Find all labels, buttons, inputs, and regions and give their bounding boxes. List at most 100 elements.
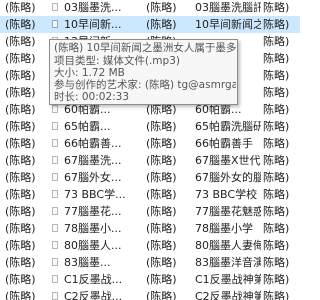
contributing-artist-cell: (陈略) — [146, 154, 177, 167]
file-row[interactable]: (陈略) 73 BBC学... (陈略) 73 BBC学校 陈略) — [0, 186, 300, 203]
artist-cell: (陈略) — [5, 188, 36, 201]
album-artist-cell: 陈略) — [263, 1, 290, 14]
file-name-cell[interactable]: 03腦墨洗... — [64, 0, 126, 16]
file-row[interactable]: (陈略) 67腦外女... (陈略) 67腦外女的腦補...陈略) — [0, 169, 300, 186]
file-name-cell[interactable]: 10早间新... — [64, 16, 126, 33]
contributing-artist-cell: (陈略) — [146, 239, 177, 252]
audio-file-icon — [52, 220, 62, 237]
album-artist-cell: 陈略) — [263, 154, 290, 167]
file-row[interactable]: (陈略) 10早间新... (陈略) 10早间新闻之...陈略) — [0, 16, 300, 33]
title-cell: 66帕霸善手 — [195, 137, 253, 150]
file-name-cell[interactable]: 65帕霸... — [64, 118, 126, 135]
artist-cell: (陈略) — [5, 205, 36, 218]
file-name-cell[interactable]: 67腦墨洗... — [64, 152, 126, 169]
file-icon-shape — [52, 224, 58, 232]
file-name-cell[interactable]: C1反墨战... — [64, 271, 126, 288]
title-cell: 78腦墨小学 — [195, 222, 253, 235]
album-artist-cell: 陈略) — [263, 171, 290, 184]
file-icon-shape — [52, 20, 58, 28]
file-icon-shape — [52, 207, 58, 215]
artist-cell: (陈略) — [5, 239, 36, 252]
file-icon-shape — [52, 156, 58, 164]
artist-cell: (陈略) — [5, 171, 36, 184]
album-artist-cell: 陈略) — [263, 188, 290, 201]
file-icon-shape — [52, 292, 58, 300]
contributing-artist-cell: (陈略) — [146, 188, 177, 201]
file-icon-shape — [52, 139, 58, 147]
album-artist-cell: 陈略) — [263, 35, 290, 48]
artist-cell: (陈略) — [5, 103, 36, 116]
title-cell: C2反墨战神第二... — [195, 290, 261, 300]
file-name-cell[interactable]: C2反墨战... — [64, 288, 126, 300]
artist-cell: (陈略) — [5, 120, 36, 133]
file-icon-shape — [52, 173, 58, 181]
audio-file-icon — [52, 203, 62, 220]
album-artist-cell: 陈略) — [263, 222, 290, 235]
artist-cell: (陈略) — [5, 222, 36, 235]
artist-cell: (陈略) — [5, 290, 36, 300]
file-row[interactable]: (陈略) 80腦墨人... (陈略) 80腦墨人妻侮辱...陈略) — [0, 237, 300, 254]
file-row[interactable]: (陈略) 67腦墨洗... (陈略) 67腦墨X世代的...陈略) — [0, 152, 300, 169]
contributing-artist-cell: (陈略) — [146, 171, 177, 184]
artist-cell: (陈略) — [5, 69, 36, 82]
album-artist-cell: 陈略) — [263, 103, 290, 116]
contributing-artist-cell: (陈略) — [146, 1, 177, 14]
artist-cell: (陈略) — [5, 52, 36, 65]
audio-file-icon — [52, 186, 62, 203]
title-cell: C1反墨战神第一... — [195, 273, 261, 286]
file-name-cell[interactable]: 67腦外女... — [64, 169, 126, 186]
artist-cell: (陈略) — [5, 86, 36, 99]
title-cell: 67腦墨X世代的... — [195, 154, 261, 167]
album-artist-cell: 陈略) — [263, 137, 290, 150]
audio-file-icon — [52, 118, 62, 135]
audio-file-icon — [52, 288, 62, 300]
file-row[interactable]: (陈略) C2反墨战... (陈略) C2反墨战神第二...陈略) — [0, 288, 300, 300]
file-icon-shape — [52, 122, 58, 130]
audio-file-icon — [52, 0, 62, 16]
artist-cell: (陈略) — [5, 273, 36, 286]
contributing-artist-cell: (陈略) — [146, 205, 177, 218]
album-artist-cell: 陈略) — [263, 69, 290, 82]
file-name-cell[interactable]: 83腦墨... — [64, 254, 126, 271]
file-row[interactable]: (陈略) 77腦墨花... (陈略) 77腦墨花魅惑 陈略) — [0, 203, 300, 220]
file-name-cell[interactable]: 73 BBC学... — [64, 186, 126, 203]
file-icon-shape — [52, 241, 58, 249]
album-artist-cell: 陈略) — [263, 18, 290, 31]
title-cell: 10早间新闻之... — [195, 18, 261, 31]
contributing-artist-cell: (陈略) — [146, 137, 177, 150]
album-artist-cell: 陈略) — [263, 239, 290, 252]
album-artist-cell: 陈略) — [263, 86, 290, 99]
contributing-artist-cell: (陈略) — [146, 273, 177, 286]
audio-file-icon — [52, 152, 62, 169]
file-icon-shape — [52, 275, 58, 283]
title-cell: 65帕霸洗腦研究 — [195, 120, 261, 133]
file-row[interactable]: (陈略) 83腦墨... (陈略) 83腦墨洋音演讲陈略) — [0, 254, 300, 271]
file-row[interactable]: (陈略) 65帕霸... (陈略) 65帕霸洗腦研究陈略) — [0, 118, 300, 135]
audio-file-icon — [52, 169, 62, 186]
file-name-cell[interactable]: 77腦墨花... — [64, 203, 126, 220]
artist-cell: (陈略) — [5, 137, 36, 150]
title-cell: 03腦墨洗腦訊训... — [195, 1, 261, 14]
audio-file-icon — [52, 16, 62, 33]
contributing-artist-cell: (陈略) — [146, 290, 177, 300]
file-icon-shape — [52, 258, 58, 266]
file-row[interactable]: (陈略) 66帕霸善... (陈略) 66帕霸善手 陈略) — [0, 135, 300, 152]
tooltip-title: (陈略) 10早间新闻之墨洲女人属于墨多.mp3 — [54, 42, 236, 54]
file-name-cell[interactable]: 80腦墨人... — [64, 237, 126, 254]
album-artist-cell: 陈略) — [263, 205, 290, 218]
album-artist-cell: 陈略) — [263, 273, 290, 286]
artist-cell: (陈略) — [5, 35, 36, 48]
title-cell: 83腦墨洋音演讲 — [195, 256, 261, 269]
file-row[interactable]: (陈略) 78腦墨小... (陈略) 78腦墨小学 陈略) — [0, 220, 300, 237]
contributing-artist-cell: (陈略) — [146, 120, 177, 133]
title-cell: 67腦外女的腦補... — [195, 171, 261, 184]
file-name-cell[interactable]: 66帕霸善... — [64, 135, 126, 152]
file-name-cell[interactable]: 78腦墨小... — [64, 220, 126, 237]
audio-file-icon — [52, 271, 62, 288]
contributing-artist-cell: (陈略) — [146, 256, 177, 269]
file-row[interactable]: (陈略) C1反墨战... (陈略) C1反墨战神第一...陈略) — [0, 271, 300, 288]
artist-cell: (陈略) — [5, 18, 36, 31]
file-row[interactable]: (陈略) 03腦墨洗... (陈略) 03腦墨洗腦訊训...陈略) — [0, 0, 300, 16]
file-icon-shape — [52, 105, 58, 113]
audio-file-icon — [52, 237, 62, 254]
